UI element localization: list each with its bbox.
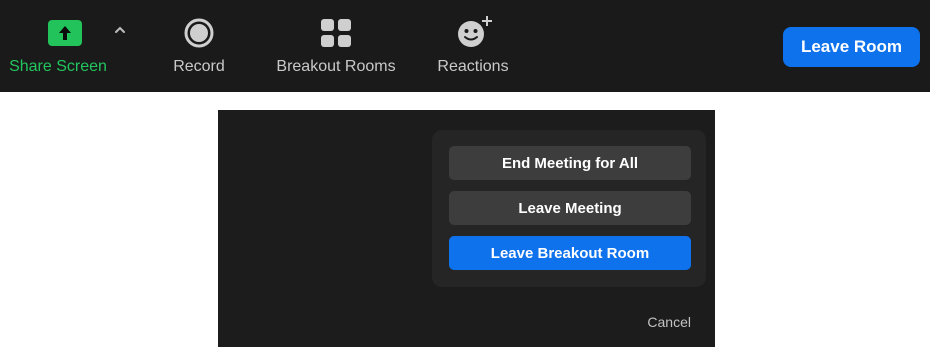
share-screen-icon (48, 20, 82, 46)
chevron-up-icon[interactable] (112, 22, 128, 38)
record-label: Record (173, 58, 225, 75)
zoom-leave-screen: Share Screen Record Breakout Rooms React… (0, 0, 930, 347)
breakout-rooms-icon (320, 18, 352, 48)
reactions-icon (456, 14, 494, 50)
leave-dialog: End Meeting for All Leave Meeting Leave … (218, 110, 715, 347)
meeting-toolbar: Share Screen Record Breakout Rooms React… (0, 0, 930, 92)
leave-meeting-button[interactable]: Leave Meeting (449, 191, 691, 225)
cancel-button[interactable]: Cancel (647, 314, 691, 330)
reactions-label: Reactions (437, 58, 509, 75)
share-screen-button[interactable]: Share Screen (0, 0, 130, 92)
leave-options-card: End Meeting for All Leave Meeting Leave … (432, 130, 706, 287)
reactions-button[interactable]: Reactions (430, 0, 516, 92)
breakout-rooms-button[interactable]: Breakout Rooms (266, 0, 406, 92)
leave-room-button[interactable]: Leave Room (783, 27, 920, 67)
record-icon (184, 18, 214, 48)
breakout-rooms-label: Breakout Rooms (276, 58, 396, 75)
share-screen-label: Share Screen (9, 58, 107, 75)
end-meeting-for-all-button[interactable]: End Meeting for All (449, 146, 691, 180)
record-button[interactable]: Record (160, 0, 238, 92)
leave-breakout-room-button[interactable]: Leave Breakout Room (449, 236, 691, 270)
